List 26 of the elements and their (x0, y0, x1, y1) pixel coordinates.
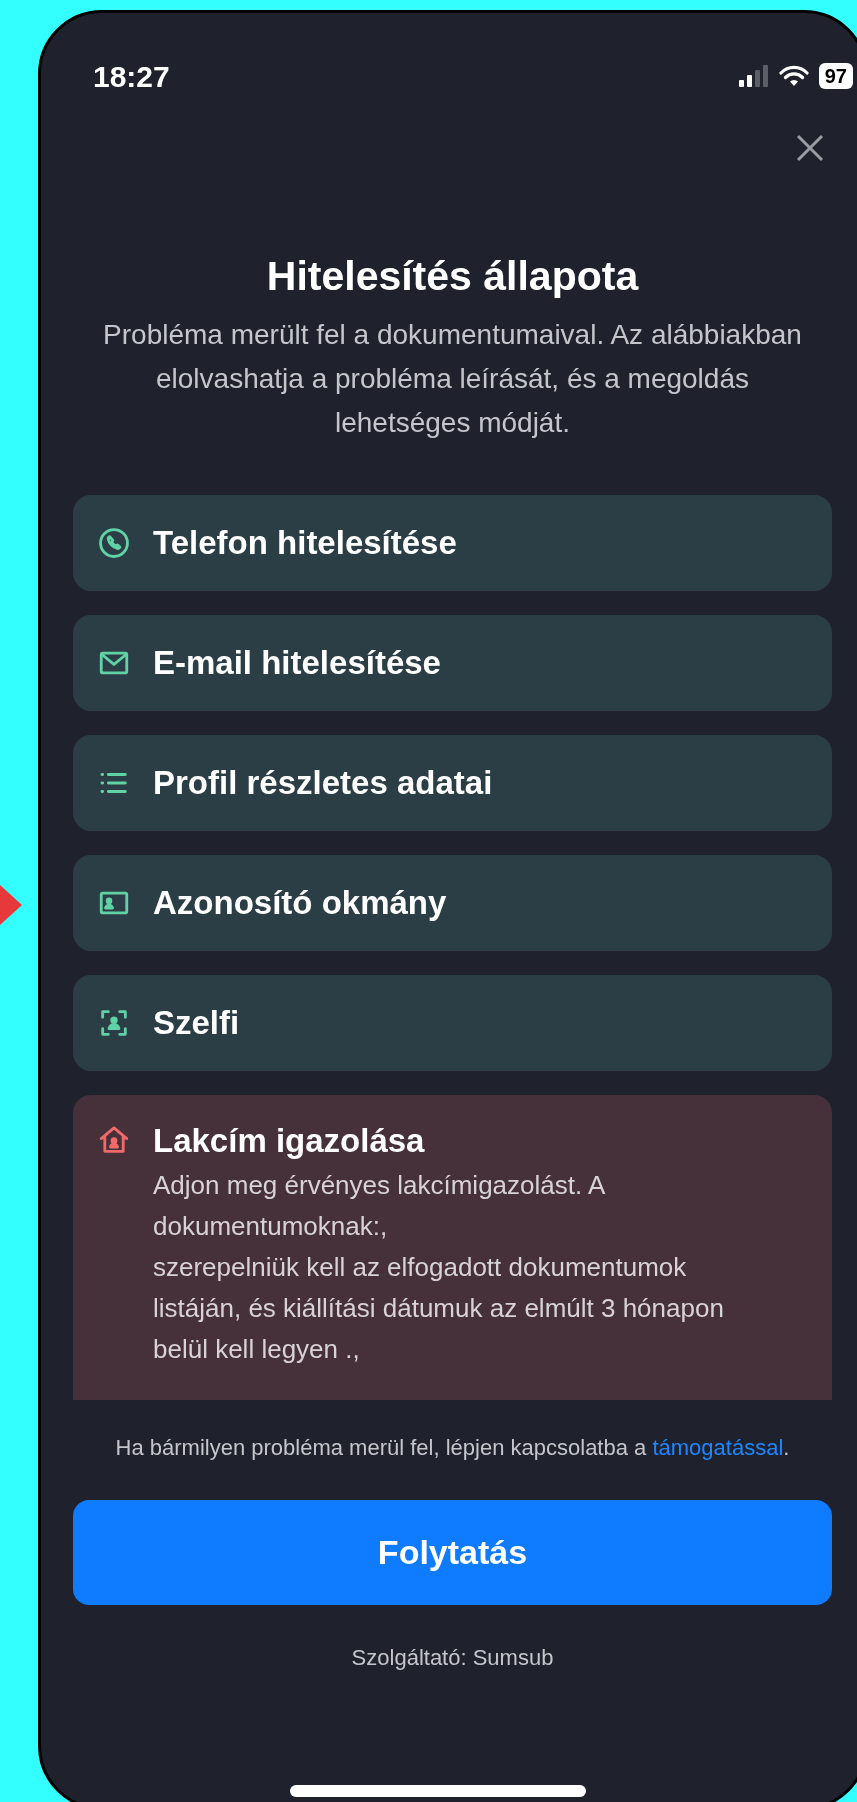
step-title: Lakcím igazolása (153, 1121, 426, 1161)
step-title: Azonosító okmány (153, 883, 447, 923)
step-description: Adjon meg érvényes lakcímigazolást. A dokumentumoknak:, szerepelniük kell az elfogadott dokumentumok listáján, és kiállítási dátumuk az elmúlt 3 hónapon belül kell legyen ., (153, 1169, 725, 1366)
error-step-card[interactable]: Lakcím igazolása Adjon meg érvényes lakcímigazolást. A dokumentumoknak:, szerepelniük kell az elfogadott dokumentumok listáján, és kiállítási dátumuk az elmúlt 3 hónapon belül kell legyen ., (73, 1095, 832, 1400)
page-description: Probléma merült fel a dokumentumaival. Az alábbiakban elolvashatja a probléma leírását, és a megoldás lehetséges módját. (102, 318, 803, 440)
page-title: Hitelesítés állapota (265, 252, 640, 301)
step-title: Profil részletes adatai (153, 763, 493, 803)
step-title: Szelfi (153, 1003, 240, 1043)
step-title: Telefon hitelesítése (153, 523, 457, 563)
support-link[interactable]: támogatással (652, 1435, 784, 1460)
battery-indicator: 97 (818, 63, 853, 89)
step-card[interactable]: Telefon hitelesítése (73, 495, 832, 591)
step-title: E-mail hitelesítése (153, 643, 441, 683)
continue-button[interactable]: Folytatás (73, 1500, 832, 1605)
phone-icon (97, 526, 131, 560)
arrow-icon (0, 885, 22, 925)
step-card[interactable]: E-mail hitelesítése (73, 615, 832, 711)
wifi-icon (778, 65, 809, 87)
step-card[interactable]: Szelfi (73, 975, 832, 1071)
close-icon[interactable] (795, 133, 825, 163)
support-text: Ha bármilyen probléma merül fel, lépjen kapcsolatba a támogatással. (114, 1434, 791, 1462)
signal-icon (738, 65, 769, 87)
step-card[interactable]: Profil részletes adatai (73, 735, 832, 831)
step-card[interactable]: Azonosító okmány (73, 855, 832, 951)
status-time: 18:27 (93, 59, 170, 95)
provider-label: Szolgáltató: Sumsub (350, 1644, 555, 1672)
